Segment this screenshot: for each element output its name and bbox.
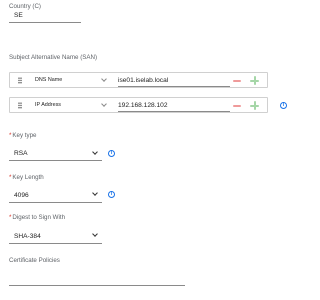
key-length-label: *Key Length	[9, 174, 44, 181]
cert-policies-label: Certificate Policies	[9, 257, 60, 264]
chevron-down-icon[interactable]	[101, 101, 107, 107]
san-value-underline	[118, 111, 230, 112]
key-type-label: *Key type	[9, 132, 37, 139]
san-row-ip: IP Address 192.168.128.102	[9, 97, 268, 113]
key-type-label-text: Key type	[12, 132, 37, 139]
digest-label: *Digest to Sign With	[9, 214, 65, 221]
country-label: Country (C)	[9, 3, 41, 10]
san-value-input[interactable]: ise01.iselab.local	[118, 77, 168, 84]
chevron-down-icon[interactable]	[101, 76, 107, 82]
add-row-icon[interactable]	[250, 76, 259, 85]
san-row-dns: DNS Name ise01.iselab.local	[9, 72, 268, 88]
key-length-underline	[9, 202, 102, 203]
san-label: Subject Alternative Name (SAN)	[9, 54, 98, 61]
remove-row-icon[interactable]	[233, 80, 241, 82]
digest-underline	[9, 243, 102, 244]
remove-row-icon[interactable]	[233, 105, 241, 107]
san-type-select[interactable]: DNS Name	[35, 77, 62, 83]
cert-policies-underline	[9, 285, 185, 286]
san-type-select[interactable]: IP Address	[35, 102, 61, 108]
chevron-down-icon[interactable]	[92, 231, 98, 237]
key-length-info-icon[interactable]: i	[108, 191, 115, 198]
country-field[interactable]: SE	[14, 12, 23, 19]
key-type-underline	[9, 160, 102, 161]
cert-policies-input[interactable]	[14, 272, 184, 281]
key-length-select[interactable]: 4096	[14, 192, 29, 199]
key-length-label-text: Key Length	[12, 174, 44, 181]
key-type-info-icon[interactable]: i	[108, 150, 115, 157]
digest-label-text: Digest to Sign With	[12, 214, 66, 221]
san-value-underline	[118, 86, 230, 87]
key-type-select[interactable]: RSA	[14, 150, 28, 157]
digest-select[interactable]: SHA-384	[14, 233, 41, 240]
chevron-down-icon[interactable]	[92, 149, 98, 155]
add-row-icon[interactable]	[250, 101, 259, 110]
san-info-icon[interactable]: i	[280, 102, 287, 109]
drag-handle-icon[interactable]	[18, 102, 22, 109]
san-value-input[interactable]: 192.168.128.102	[118, 102, 168, 109]
chevron-down-icon[interactable]	[92, 190, 98, 196]
drag-handle-icon[interactable]	[18, 77, 22, 84]
country-underline	[9, 22, 81, 23]
